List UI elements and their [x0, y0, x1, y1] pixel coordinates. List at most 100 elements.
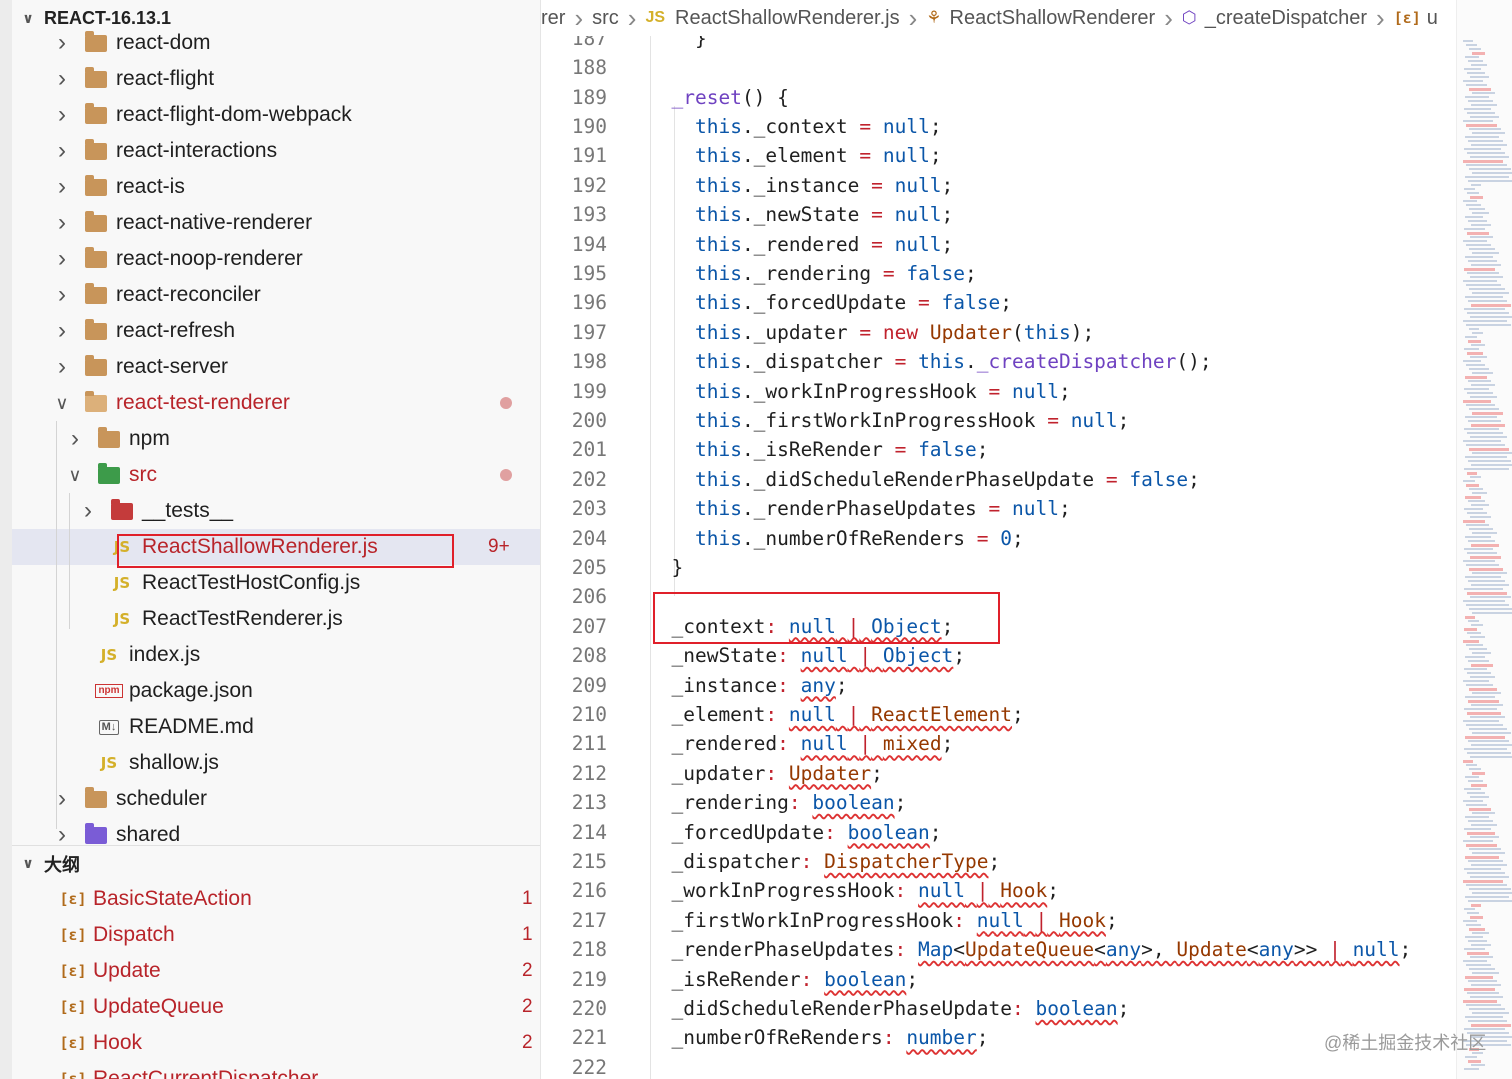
code-line[interactable]: 218 _renderPhaseUpdates: Map<UpdateQueue… [541, 935, 1456, 964]
code-line[interactable]: 194 this._rendered = null; [541, 229, 1456, 258]
code-line[interactable]: 187 } [541, 36, 1456, 53]
code-line[interactable]: 201 this._isReRender = false; [541, 435, 1456, 464]
tree-item-package-json[interactable]: npm package.json [12, 673, 540, 709]
outline-item-updatequeue[interactable]: [ε] UpdateQueue 2 [12, 989, 540, 1025]
code-line[interactable]: 206 [541, 582, 1456, 611]
chevron-right-icon[interactable]: › [52, 209, 72, 237]
code-line[interactable]: 200 this._firstWorkInProgressHook = null… [541, 406, 1456, 435]
code-line[interactable]: 203 this._renderPhaseUpdates = null; [541, 494, 1456, 523]
code-line[interactable]: 198 this._dispatcher = this._createDispa… [541, 347, 1456, 376]
code-line[interactable]: 191 this._element = null; [541, 141, 1456, 170]
code-line[interactable]: 205 } [541, 553, 1456, 582]
code-line[interactable]: 220 _didScheduleRenderPhaseUpdate: boole… [541, 994, 1456, 1023]
outline-item-hook[interactable]: [ε] Hook 2 [12, 1025, 540, 1061]
code-line[interactable]: 213 _rendering: boolean; [541, 788, 1456, 817]
code-line[interactable]: 196 this._forcedUpdate = false; [541, 288, 1456, 317]
tree-item-npm[interactable]: › npm [12, 421, 540, 457]
tree-item-index-js[interactable]: JS index.js [12, 637, 540, 673]
tree-item-react-flight-dom-webpack[interactable]: › react-flight-dom-webpack [12, 97, 540, 133]
code-token: this [694, 291, 742, 315]
tree-item-shallow-js[interactable]: JS shallow.js [12, 745, 540, 781]
chevron-right-icon[interactable]: › [52, 353, 72, 381]
chevron-right-icon[interactable]: › [52, 29, 72, 57]
outline-section-header[interactable]: ∨ 大纲 [12, 845, 540, 881]
line-number: 205 [571, 555, 607, 579]
code-line[interactable]: 215 _dispatcher: DispatcherType; [541, 847, 1456, 876]
code-line[interactable]: 188 [541, 53, 1456, 82]
code-line[interactable]: 189 _reset() { [541, 82, 1456, 111]
tree-item-react-test-renderer[interactable]: ∨ react-test-renderer [12, 385, 540, 421]
code-token: this [694, 320, 742, 344]
tree-item-readme-md[interactable]: M↓ README.md [12, 709, 540, 745]
code-line[interactable]: 208 _newState: null | Object; [541, 641, 1456, 670]
code-line[interactable]: 207 _context: null | Object; [541, 612, 1456, 641]
outline-item-dispatch[interactable]: [ε] Dispatch 1 [12, 917, 540, 953]
chevron-right-icon[interactable]: › [78, 497, 98, 525]
chevron-right-icon[interactable]: › [65, 425, 85, 453]
minimap-line [1466, 604, 1509, 606]
breadcrumb-item[interactable]: JS ReactShallowRenderer.js [645, 7, 899, 30]
chevron-right-icon[interactable]: › [52, 317, 72, 345]
tree-item-react-interactions[interactable]: › react-interactions [12, 133, 540, 169]
minimap-line [1467, 512, 1487, 514]
tree-item-reacttestrenderer-js[interactable]: JS ReactTestRenderer.js [12, 601, 540, 637]
code-token: Object [882, 644, 954, 668]
breadcrumb-item[interactable]: src [592, 7, 619, 30]
tree-item--tests-[interactable]: › __tests__ [12, 493, 540, 529]
code-token: >, [1141, 938, 1177, 962]
chevron-down-icon[interactable]: ∨ [65, 465, 85, 486]
breadcrumb-item[interactable]: ⬡ _createDispatcher [1182, 7, 1367, 30]
chevron-down-icon[interactable]: ∨ [52, 393, 72, 414]
breadcrumb-item[interactable]: rer [541, 7, 565, 30]
code-line[interactable]: 192 this._instance = null; [541, 171, 1456, 200]
chevron-right-icon[interactable]: › [52, 101, 72, 129]
tree-item-scheduler[interactable]: › scheduler [12, 781, 540, 817]
tree-item-react-is[interactable]: › react-is [12, 169, 540, 205]
tree-item-src[interactable]: ∨ src [12, 457, 540, 493]
tree-item-react-flight[interactable]: › react-flight [12, 61, 540, 97]
code-editor[interactable]: 187 } 188 189 _reset() {190 this._context … [541, 36, 1456, 1079]
code-line[interactable]: 212 _updater: Updater; [541, 759, 1456, 788]
code-token: boolean [824, 967, 907, 991]
code-line[interactable]: 211 _rendered: null | mixed; [541, 729, 1456, 758]
outline-item-update[interactable]: [ε] Update 2 [12, 953, 540, 989]
outline-item-basicstateaction[interactable]: [ε] BasicStateAction 1 [12, 881, 540, 917]
code-line[interactable]: 216 _workInProgressHook: null | Hook; [541, 876, 1456, 905]
chevron-right-icon[interactable]: › [52, 785, 72, 813]
outline-item-reactcurrentdispatcher[interactable]: [ε] ReactCurrentDispatcher [12, 1061, 540, 1079]
tree-item-react-noop-renderer[interactable]: › react-noop-renderer [12, 241, 540, 277]
chevron-right-icon[interactable]: › [52, 173, 72, 201]
tree-item-react-server[interactable]: › react-server [12, 349, 540, 385]
tree-item-label: ReactShallowRenderer.js [142, 535, 378, 558]
tree-item-react-dom[interactable]: › react-dom [12, 25, 540, 61]
code-line[interactable]: 219 _isReRender: boolean; [541, 964, 1456, 993]
code-token: false [906, 261, 966, 285]
code-line[interactable]: 210 _element: null | ReactElement; [541, 700, 1456, 729]
code-line[interactable]: 199 this._workInProgressHook = null; [541, 376, 1456, 405]
minimap[interactable] [1456, 0, 1512, 1079]
breadcrumb-item[interactable]: ⚘ ReactShallowRenderer [926, 7, 1155, 30]
chevron-right-icon[interactable]: › [52, 65, 72, 93]
code-line[interactable]: 193 this._newState = null; [541, 200, 1456, 229]
tree-item-react-reconciler[interactable]: › react-reconciler [12, 277, 540, 313]
breadcrumb-item[interactable]: [ε] u [1394, 7, 1438, 30]
code-line[interactable]: 195 this._rendering = false; [541, 259, 1456, 288]
minimap-line [1471, 424, 1505, 427]
tree-item-reacttesthostconfig-js[interactable]: JS ReactTestHostConfig.js [12, 565, 540, 601]
chevron-right-icon[interactable]: › [52, 137, 72, 165]
code-line[interactable]: 217 _firstWorkInProgressHook: null | Hoo… [541, 906, 1456, 935]
code-line[interactable]: 221 _numberOfReRenders: number; [541, 1023, 1456, 1052]
code-line[interactable]: 204 this._numberOfReRenders = 0; [541, 523, 1456, 552]
tree-item-react-native-renderer[interactable]: › react-native-renderer [12, 205, 540, 241]
chevron-right-icon[interactable]: › [52, 245, 72, 273]
code-line[interactable]: 209 _instance: any; [541, 670, 1456, 699]
chevron-right-icon[interactable]: › [52, 281, 72, 309]
code-line[interactable]: 202 this._didScheduleRenderPhaseUpdate =… [541, 465, 1456, 494]
code-line[interactable]: 222 [541, 1053, 1456, 1079]
code-line[interactable]: 197 this._updater = new Updater(this); [541, 318, 1456, 347]
code-line[interactable]: 190 this._context = null; [541, 112, 1456, 141]
tree-item-react-refresh[interactable]: › react-refresh [12, 313, 540, 349]
code-line[interactable]: 214 _forcedUpdate: boolean; [541, 817, 1456, 846]
tree-item-reactshallowrenderer-js[interactable]: JS ReactShallowRenderer.js 9+ [12, 529, 540, 565]
